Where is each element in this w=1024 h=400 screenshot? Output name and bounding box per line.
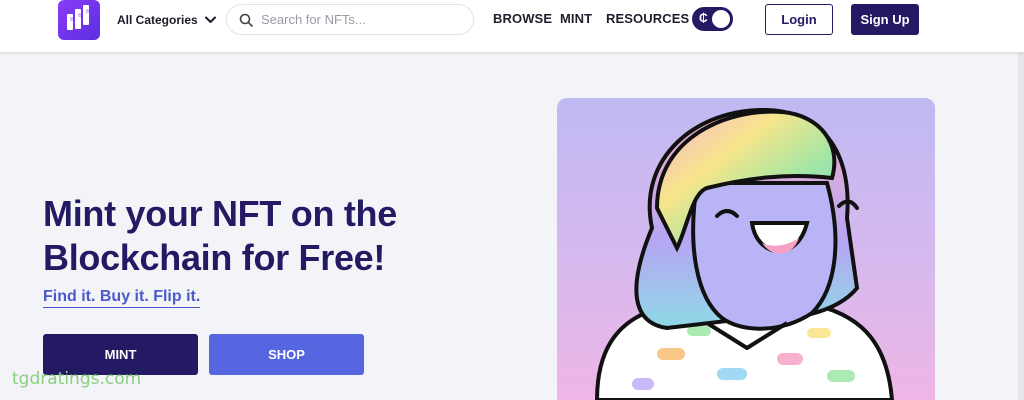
categories-dropdown[interactable]: All Categories: [117, 11, 216, 29]
currency-toggle[interactable]: ₵: [692, 7, 733, 31]
chevron-down-icon: [204, 16, 216, 23]
search-icon: [239, 13, 253, 27]
logo-icon[interactable]: [58, 0, 100, 40]
hero-tagline-link[interactable]: Find it. Buy it. Flip it.: [43, 288, 201, 308]
login-button[interactable]: Login: [765, 4, 833, 35]
shop-button[interactable]: SHOP: [209, 334, 364, 375]
nav-resources[interactable]: RESOURCES: [606, 11, 689, 26]
nav-browse[interactable]: BROWSE: [493, 11, 552, 26]
scrollbar[interactable]: [1018, 0, 1024, 400]
signup-button[interactable]: Sign Up: [851, 4, 919, 35]
search-input[interactable]: [261, 12, 461, 27]
search-box[interactable]: [226, 4, 474, 35]
site-header: All Categories BROWSE MINT RESOURCES ₵ L…: [0, 0, 1024, 52]
hero-title: Mint your NFT on the Blockchain for Free…: [43, 193, 397, 278]
currency-icon: ₵: [699, 11, 708, 25]
hero-nft-illustration: [557, 98, 935, 400]
toggle-knob: [712, 10, 730, 28]
watermark-text: tgdratings.com: [12, 369, 142, 389]
categories-label: All Categories: [117, 13, 198, 27]
nav-mint[interactable]: MINT: [560, 11, 592, 26]
